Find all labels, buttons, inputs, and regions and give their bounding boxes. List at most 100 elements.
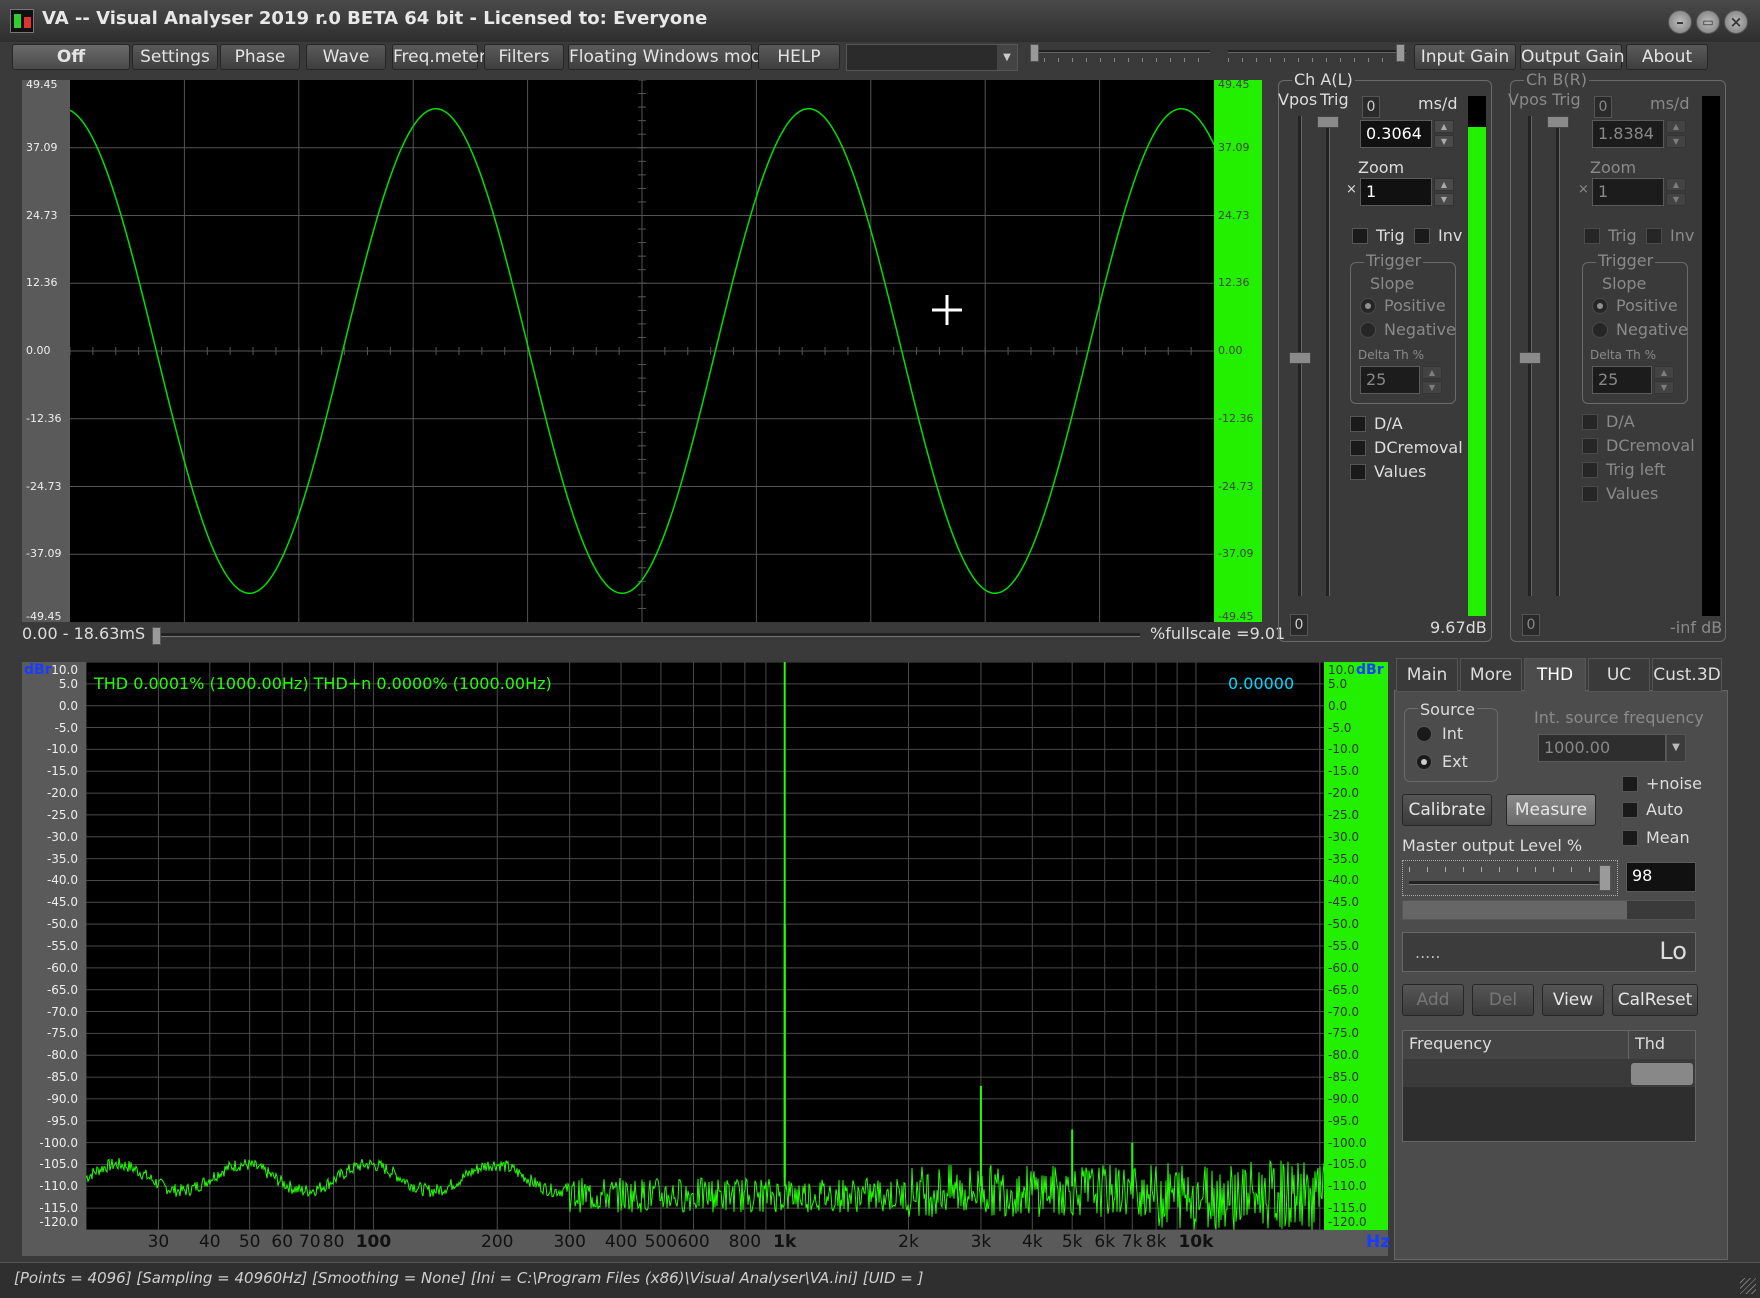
delta-spinner-a[interactable]: ▲ ▼ [1422, 366, 1442, 394]
toolbar-combo[interactable]: ▼ [846, 44, 1018, 71]
int-radio[interactable] [1416, 726, 1432, 742]
input-gain-button[interactable]: Input Gain [1414, 44, 1516, 70]
tab-thd[interactable]: THD [1524, 658, 1586, 692]
tab-main[interactable]: Main [1396, 658, 1458, 692]
ext-radio[interactable] [1416, 754, 1432, 770]
spec-x-label: 3k [970, 1232, 992, 1252]
auto-checkbox[interactable] [1622, 802, 1638, 818]
trig-checkbox-a[interactable] [1352, 228, 1368, 244]
zero-button-a[interactable]: 0 [1362, 96, 1380, 118]
add-button[interactable]: Add [1402, 984, 1464, 1016]
frequency-column-header[interactable]: Frequency [1403, 1031, 1629, 1059]
minimize-button[interactable]: – [1668, 10, 1692, 34]
positive-radio-a[interactable] [1360, 298, 1376, 314]
output-gain-button[interactable]: Output Gain [1520, 44, 1625, 70]
zoom-spinner-b[interactable]: ▲ ▼ [1666, 178, 1686, 206]
negative-label-b: Negative [1616, 320, 1688, 339]
oscilloscope-plot[interactable] [70, 80, 1214, 622]
calreset-button[interactable]: CalReset [1612, 984, 1698, 1016]
del-button[interactable]: Del [1472, 984, 1534, 1016]
da-checkbox-a[interactable] [1350, 416, 1366, 432]
settings-button[interactable]: Settings [132, 44, 218, 70]
vpos-slider-b[interactable] [1519, 116, 1541, 596]
vpos-slider-a[interactable] [1289, 116, 1311, 596]
time-scroll-slider[interactable] [152, 627, 1140, 645]
spec-y-label-left: -10.0 [46, 742, 78, 757]
zoom-input-b[interactable]: 1 [1592, 178, 1664, 206]
negative-radio-b[interactable] [1592, 322, 1608, 338]
inv-checkbox-a[interactable] [1414, 228, 1430, 244]
inv-checkbox-b[interactable] [1646, 228, 1662, 244]
spec-y-label-left: 5.0 [58, 676, 78, 691]
left-level-slider[interactable] [1030, 44, 1210, 70]
help-button[interactable]: HELP [758, 44, 840, 70]
spec-y-label-right: -20.0 [1328, 786, 1360, 801]
scope-y-label-left: -37.09 [26, 547, 62, 561]
zero-button-b[interactable]: 0 [1594, 96, 1612, 118]
trig-slider-a[interactable] [1317, 116, 1339, 596]
phase-button[interactable]: Phase [220, 44, 300, 70]
spec-x-label: 5k [1061, 1232, 1083, 1252]
maximize-button[interactable]: ▭ [1696, 10, 1720, 34]
spec-y-label-right: -90.0 [1328, 1091, 1360, 1106]
delta-input-a[interactable]: 25 [1360, 366, 1420, 394]
ms-spinner-a[interactable]: ▲ ▼ [1434, 120, 1454, 148]
dcremoval-checkbox-a[interactable] [1350, 440, 1366, 456]
scope-y-label-right: -24.73 [1218, 479, 1254, 493]
da-checkbox-b[interactable] [1582, 414, 1598, 430]
zoom-spinner-a[interactable]: ▲ ▼ [1434, 178, 1454, 206]
auto-label: Auto [1646, 800, 1684, 819]
thd-column-header[interactable]: Thd (%) [1629, 1031, 1695, 1079]
ms-unit-b: ms/d [1650, 94, 1690, 113]
off-button[interactable]: Off [12, 44, 130, 70]
noise-label: +noise [1646, 774, 1702, 793]
time-range-label: 0.00 - 18.63mS [22, 624, 146, 643]
dcremoval-checkbox-b[interactable] [1582, 438, 1598, 454]
spec-y-label-left: -15.0 [46, 764, 78, 779]
about-button[interactable]: About [1626, 44, 1708, 70]
values-checkbox-a[interactable] [1350, 464, 1366, 480]
ms-spinner-b[interactable]: ▲ ▼ [1666, 120, 1686, 148]
ms-per-div-input-b[interactable]: 1.8384 [1592, 120, 1664, 148]
bottom-zero-a[interactable]: 0 [1290, 614, 1308, 636]
bottom-zero-b[interactable]: 0 [1522, 614, 1540, 636]
master-level-slider[interactable] [1402, 860, 1618, 896]
view-button[interactable]: View [1542, 984, 1604, 1016]
spec-y-label-right: -80.0 [1328, 1048, 1360, 1063]
ms-unit-a: ms/d [1418, 94, 1458, 113]
scope-y-label-right: 0.00 [1218, 344, 1243, 357]
measure-button[interactable]: Measure [1506, 794, 1596, 826]
calibrate-button[interactable]: Calibrate [1402, 794, 1492, 826]
ms-per-div-input-a[interactable]: 0.3064 [1360, 120, 1432, 148]
spectrum-plot[interactable]: THD 0.0001% (1000.00Hz) THD+n 0.0000% (1… [86, 662, 1324, 1230]
delta-spinner-b[interactable]: ▲ ▼ [1654, 366, 1674, 394]
spec-y-label-right: -35.0 [1328, 851, 1360, 866]
wave-button[interactable]: Wave [306, 44, 386, 70]
chevron-down-icon[interactable]: ▼ [1666, 734, 1686, 762]
tab-uc[interactable]: UC [1588, 658, 1650, 692]
channel-a-title: Ch A(L) [1292, 70, 1355, 89]
floating-windows-button[interactable]: Floating Windows mode [568, 44, 772, 70]
master-level-input[interactable]: 98 [1626, 862, 1696, 892]
negative-radio-a[interactable] [1360, 322, 1376, 338]
positive-radio-b[interactable] [1592, 298, 1608, 314]
spec-y-label-right: -105.0 [1328, 1157, 1367, 1172]
trig-left-checkbox-b[interactable] [1582, 462, 1598, 478]
int-freq-select[interactable]: 1000.00 [1538, 734, 1666, 762]
mean-checkbox[interactable] [1622, 830, 1638, 846]
filters-button[interactable]: Filters [484, 44, 564, 70]
trig-slider-b[interactable] [1547, 116, 1569, 596]
mean-label: Mean [1646, 828, 1690, 847]
freqmeter-button[interactable]: Freq.meter [392, 44, 486, 70]
table-row-scroll-handle[interactable] [1631, 1063, 1693, 1085]
zoom-input-a[interactable]: 1 [1360, 178, 1432, 206]
right-level-slider[interactable] [1228, 44, 1406, 70]
trig-checkbox-b[interactable] [1584, 228, 1600, 244]
values-checkbox-b[interactable] [1582, 486, 1598, 502]
resize-grip[interactable] [1740, 1278, 1756, 1294]
tab-cust3d[interactable]: Cust.3D [1652, 658, 1722, 692]
tab-more[interactable]: More [1460, 658, 1522, 692]
noise-checkbox[interactable] [1622, 776, 1638, 792]
delta-input-b[interactable]: 25 [1592, 366, 1652, 394]
close-button[interactable]: × [1724, 10, 1748, 34]
